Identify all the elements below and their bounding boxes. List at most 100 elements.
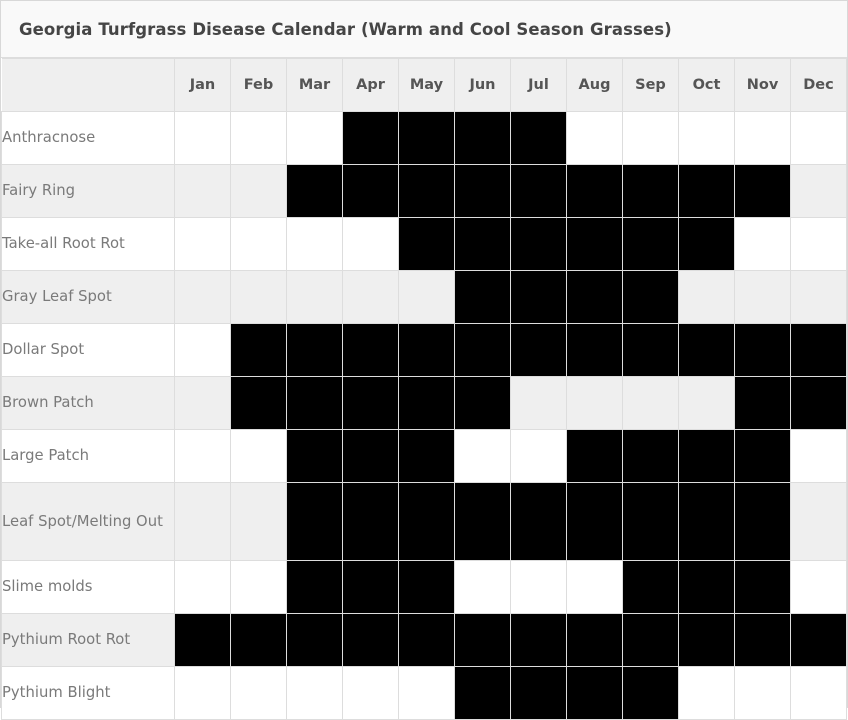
calendar-cell-jul — [510, 376, 567, 430]
calendar-cell-jun — [454, 560, 511, 614]
calendar-cell-dec — [790, 429, 847, 483]
calendar-cell-dec — [790, 217, 847, 271]
calendar-cell-mar — [286, 323, 343, 377]
calendar-cell-jul — [510, 164, 567, 218]
calendar-cell-dec — [790, 376, 847, 430]
calendar-cell-oct — [678, 482, 735, 561]
calendar-cell-jul — [510, 613, 567, 667]
table-row: Pythium Blight — [1, 666, 847, 720]
calendar-cell-oct — [678, 270, 735, 324]
calendar-cell-nov — [734, 376, 791, 430]
column-header-dec: Dec — [790, 58, 847, 112]
calendar-cell-may — [398, 164, 455, 218]
calendar-cell-dec — [790, 666, 847, 720]
disease-label: Pythium Blight — [1, 666, 175, 720]
calendar-cell-oct — [678, 376, 735, 430]
calendar-cell-aug — [566, 376, 623, 430]
column-header-jun: Jun — [454, 58, 511, 112]
calendar-cell-oct — [678, 111, 735, 165]
calendar-cell-feb — [230, 111, 287, 165]
disease-label: Take-all Root Rot — [1, 217, 175, 271]
calendar-cell-mar — [286, 111, 343, 165]
column-header-apr: Apr — [342, 58, 399, 112]
calendar-cell-may — [398, 429, 455, 483]
calendar-cell-sep — [622, 270, 679, 324]
calendar-cell-jan — [174, 111, 231, 165]
calendar-cell-jun — [454, 217, 511, 271]
calendar-cell-mar — [286, 217, 343, 271]
calendar-cell-jul — [510, 217, 567, 271]
calendar-cell-mar — [286, 270, 343, 324]
calendar-cell-jun — [454, 323, 511, 377]
disease-label: Large Patch — [1, 429, 175, 483]
calendar-cell-oct — [678, 613, 735, 667]
calendar-cell-sep — [622, 217, 679, 271]
calendar-cell-apr — [342, 666, 399, 720]
calendar-cell-jan — [174, 482, 231, 561]
calendar-cell-jan — [174, 429, 231, 483]
calendar-cell-may — [398, 111, 455, 165]
table-row: Gray Leaf Spot — [1, 270, 847, 324]
calendar-cell-mar — [286, 376, 343, 430]
calendar-cell-nov — [734, 111, 791, 165]
column-header-aug: Aug — [566, 58, 623, 112]
calendar-cell-oct — [678, 429, 735, 483]
calendar-cell-apr — [342, 560, 399, 614]
calendar-cell-dec — [790, 613, 847, 667]
calendar-cell-dec — [790, 560, 847, 614]
table-header: Jan Feb Mar Apr May Jun Jul Aug Sep Oct Nov Dec — [1, 58, 847, 112]
calendar-cell-jan — [174, 666, 231, 720]
calendar-cell-jan — [174, 164, 231, 218]
calendar-cell-sep — [622, 376, 679, 430]
calendar-cell-jul — [510, 429, 567, 483]
table-row: Slime molds — [1, 560, 847, 614]
calendar-cell-apr — [342, 270, 399, 324]
calendar-cell-oct — [678, 560, 735, 614]
calendar-cell-may — [398, 560, 455, 614]
calendar-cell-jun — [454, 482, 511, 561]
calendar-cell-aug — [566, 613, 623, 667]
calendar-cell-sep — [622, 323, 679, 377]
calendar-cell-feb — [230, 613, 287, 667]
calendar-cell-jul — [510, 270, 567, 324]
calendar-cell-aug — [566, 666, 623, 720]
disease-label: Slime molds — [1, 560, 175, 614]
calendar-cell-aug — [566, 270, 623, 324]
table-row: Large Patch — [1, 429, 847, 483]
table-row: Pythium Root Rot — [1, 613, 847, 667]
header-corner-cell — [1, 58, 175, 112]
disease-label: Leaf Spot/Melting Out — [1, 482, 175, 561]
calendar-cell-may — [398, 270, 455, 324]
calendar-cell-jan — [174, 270, 231, 324]
calendar-cell-mar — [286, 613, 343, 667]
disease-label: Fairy Ring — [1, 164, 175, 218]
disease-label: Gray Leaf Spot — [1, 270, 175, 324]
calendar-cell-feb — [230, 666, 287, 720]
calendar-cell-jun — [454, 613, 511, 667]
calendar-cell-jul — [510, 666, 567, 720]
calendar-cell-feb — [230, 323, 287, 377]
calendar-cell-nov — [734, 270, 791, 324]
calendar-cell-nov — [734, 164, 791, 218]
calendar-cell-mar — [286, 164, 343, 218]
calendar-cell-sep — [622, 164, 679, 218]
calendar-cell-aug — [566, 217, 623, 271]
calendar-cell-feb — [230, 376, 287, 430]
calendar-cell-jun — [454, 666, 511, 720]
calendar-cell-aug — [566, 429, 623, 483]
calendar-cell-jul — [510, 323, 567, 377]
disease-label: Anthracnose — [1, 111, 175, 165]
calendar-cell-may — [398, 323, 455, 377]
disease-label: Pythium Root Rot — [1, 613, 175, 667]
table-row: Brown Patch — [1, 376, 847, 430]
calendar-cell-feb — [230, 560, 287, 614]
calendar-cell-jun — [454, 111, 511, 165]
calendar-cell-feb — [230, 270, 287, 324]
table-row: Anthracnose — [1, 111, 847, 165]
calendar-cell-sep — [622, 613, 679, 667]
calendar-cell-jun — [454, 164, 511, 218]
calendar-cell-jul — [510, 560, 567, 614]
disease-calendar-table: Jan Feb Mar Apr May Jun Jul Aug Sep Oct Nov Dec Ant… — [1, 58, 847, 720]
calendar-cell-sep — [622, 560, 679, 614]
column-header-may: May — [398, 58, 455, 112]
